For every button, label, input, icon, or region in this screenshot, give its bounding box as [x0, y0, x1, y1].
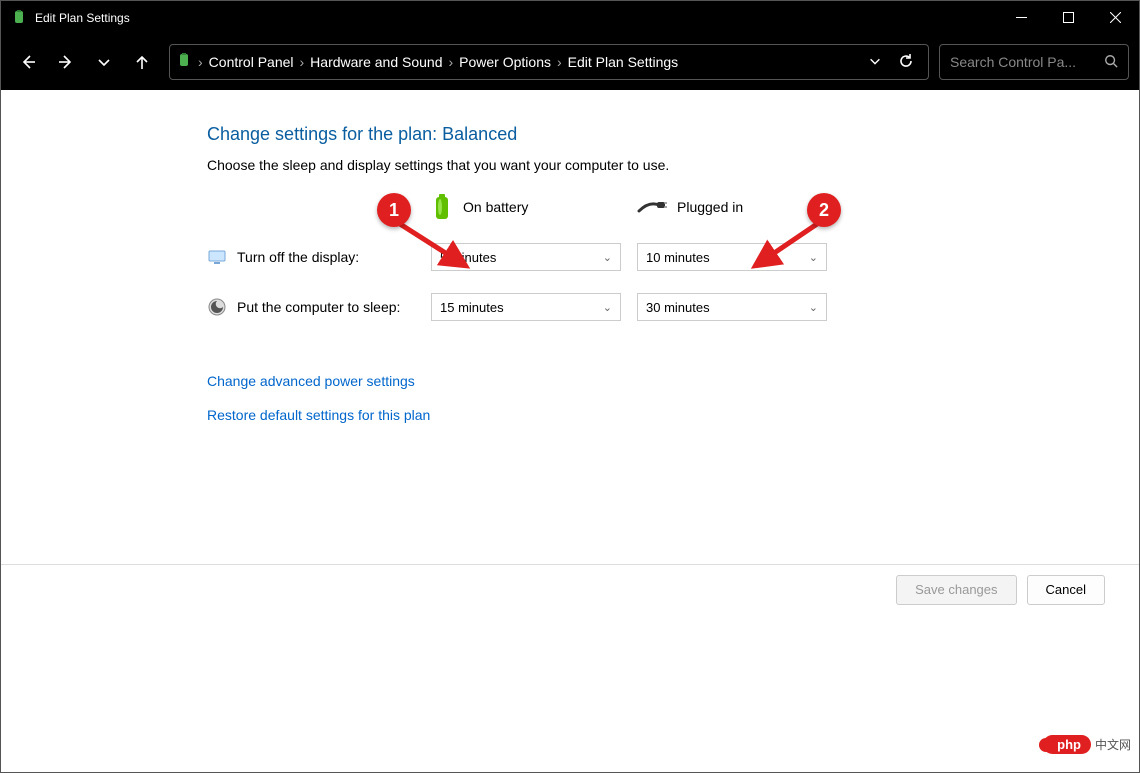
- chevron-right-icon: ›: [448, 54, 453, 70]
- search-input[interactable]: [950, 54, 1080, 70]
- content-area: Change settings for the plan: Balanced C…: [1, 90, 1139, 772]
- window-title: Edit Plan Settings: [35, 11, 998, 25]
- address-icon: [176, 53, 192, 72]
- navigation-bar: › Control Panel› Hardware and Sound› Pow…: [1, 34, 1139, 90]
- column-label: Plugged in: [677, 199, 743, 215]
- breadcrumb-item[interactable]: Hardware and Sound›: [310, 54, 453, 70]
- chevron-down-icon: ⌄: [809, 301, 818, 314]
- watermark-text: 中文网: [1095, 736, 1131, 753]
- chevron-right-icon: ›: [300, 54, 305, 70]
- watermark-brand: php: [1043, 735, 1091, 754]
- titlebar: Edit Plan Settings: [1, 1, 1139, 34]
- restore-defaults-link[interactable]: Restore default settings for this plan: [207, 407, 1139, 423]
- maximize-button[interactable]: [1045, 1, 1092, 34]
- chevron-right-icon: ›: [198, 54, 203, 70]
- recent-locations-button[interactable]: [87, 45, 121, 79]
- chevron-down-icon: ⌄: [603, 301, 612, 314]
- back-button[interactable]: [11, 45, 45, 79]
- search-icon[interactable]: [1104, 54, 1118, 71]
- select-value: 30 minutes: [646, 300, 710, 315]
- column-header-battery: On battery: [431, 193, 637, 221]
- sleep-battery-select[interactable]: 15 minutes ⌄: [431, 293, 621, 321]
- action-button-bar: Save changes Cancel: [1, 564, 1139, 614]
- breadcrumb-item[interactable]: Edit Plan Settings: [568, 54, 679, 70]
- forward-button[interactable]: [49, 45, 83, 79]
- up-button[interactable]: [125, 45, 159, 79]
- column-label: On battery: [463, 199, 528, 215]
- window-controls: [998, 1, 1139, 34]
- page-subheading: Choose the sleep and display settings th…: [207, 157, 1139, 173]
- save-changes-button[interactable]: Save changes: [896, 575, 1016, 605]
- app-icon: [11, 10, 27, 26]
- column-headers: On battery Plugged in: [431, 193, 1139, 221]
- address-bar[interactable]: › Control Panel› Hardware and Sound› Pow…: [169, 44, 929, 80]
- annotation-arrow-1: [396, 220, 476, 275]
- setting-row-display: Turn off the display: 5 minutes ⌄ 10 min…: [207, 243, 1139, 271]
- window-frame: Edit Plan Settings › Control Panel› Hard…: [0, 0, 1140, 773]
- watermark: php 中文网: [1043, 735, 1131, 754]
- breadcrumb-item[interactable]: Power Options›: [459, 54, 562, 70]
- plug-icon: [637, 199, 667, 215]
- refresh-button[interactable]: [898, 53, 914, 72]
- annotation-arrow-2: [747, 220, 827, 275]
- battery-icon: [431, 193, 453, 221]
- row-label: Put the computer to sleep:: [207, 297, 431, 317]
- chevron-right-icon: ›: [557, 54, 562, 70]
- breadcrumb-item[interactable]: Control Panel›: [209, 54, 305, 70]
- close-button[interactable]: [1092, 1, 1139, 34]
- setting-row-sleep: Put the computer to sleep: 15 minutes ⌄ …: [207, 293, 1139, 321]
- annotation-marker-1: 1: [377, 193, 411, 227]
- select-value: 10 minutes: [646, 250, 710, 265]
- advanced-settings-link[interactable]: Change advanced power settings: [207, 373, 1139, 389]
- select-value: 15 minutes: [440, 300, 504, 315]
- minimize-button[interactable]: [998, 1, 1045, 34]
- search-box[interactable]: [939, 44, 1129, 80]
- chevron-down-icon: ⌄: [603, 251, 612, 264]
- display-icon: [207, 247, 227, 267]
- sleep-plugged-select[interactable]: 30 minutes ⌄: [637, 293, 827, 321]
- sleep-icon: [207, 297, 227, 317]
- cancel-button[interactable]: Cancel: [1027, 575, 1105, 605]
- address-dropdown-button[interactable]: [868, 54, 882, 71]
- annotation-marker-2: 2: [807, 193, 841, 227]
- page-heading: Change settings for the plan: Balanced: [207, 124, 1139, 145]
